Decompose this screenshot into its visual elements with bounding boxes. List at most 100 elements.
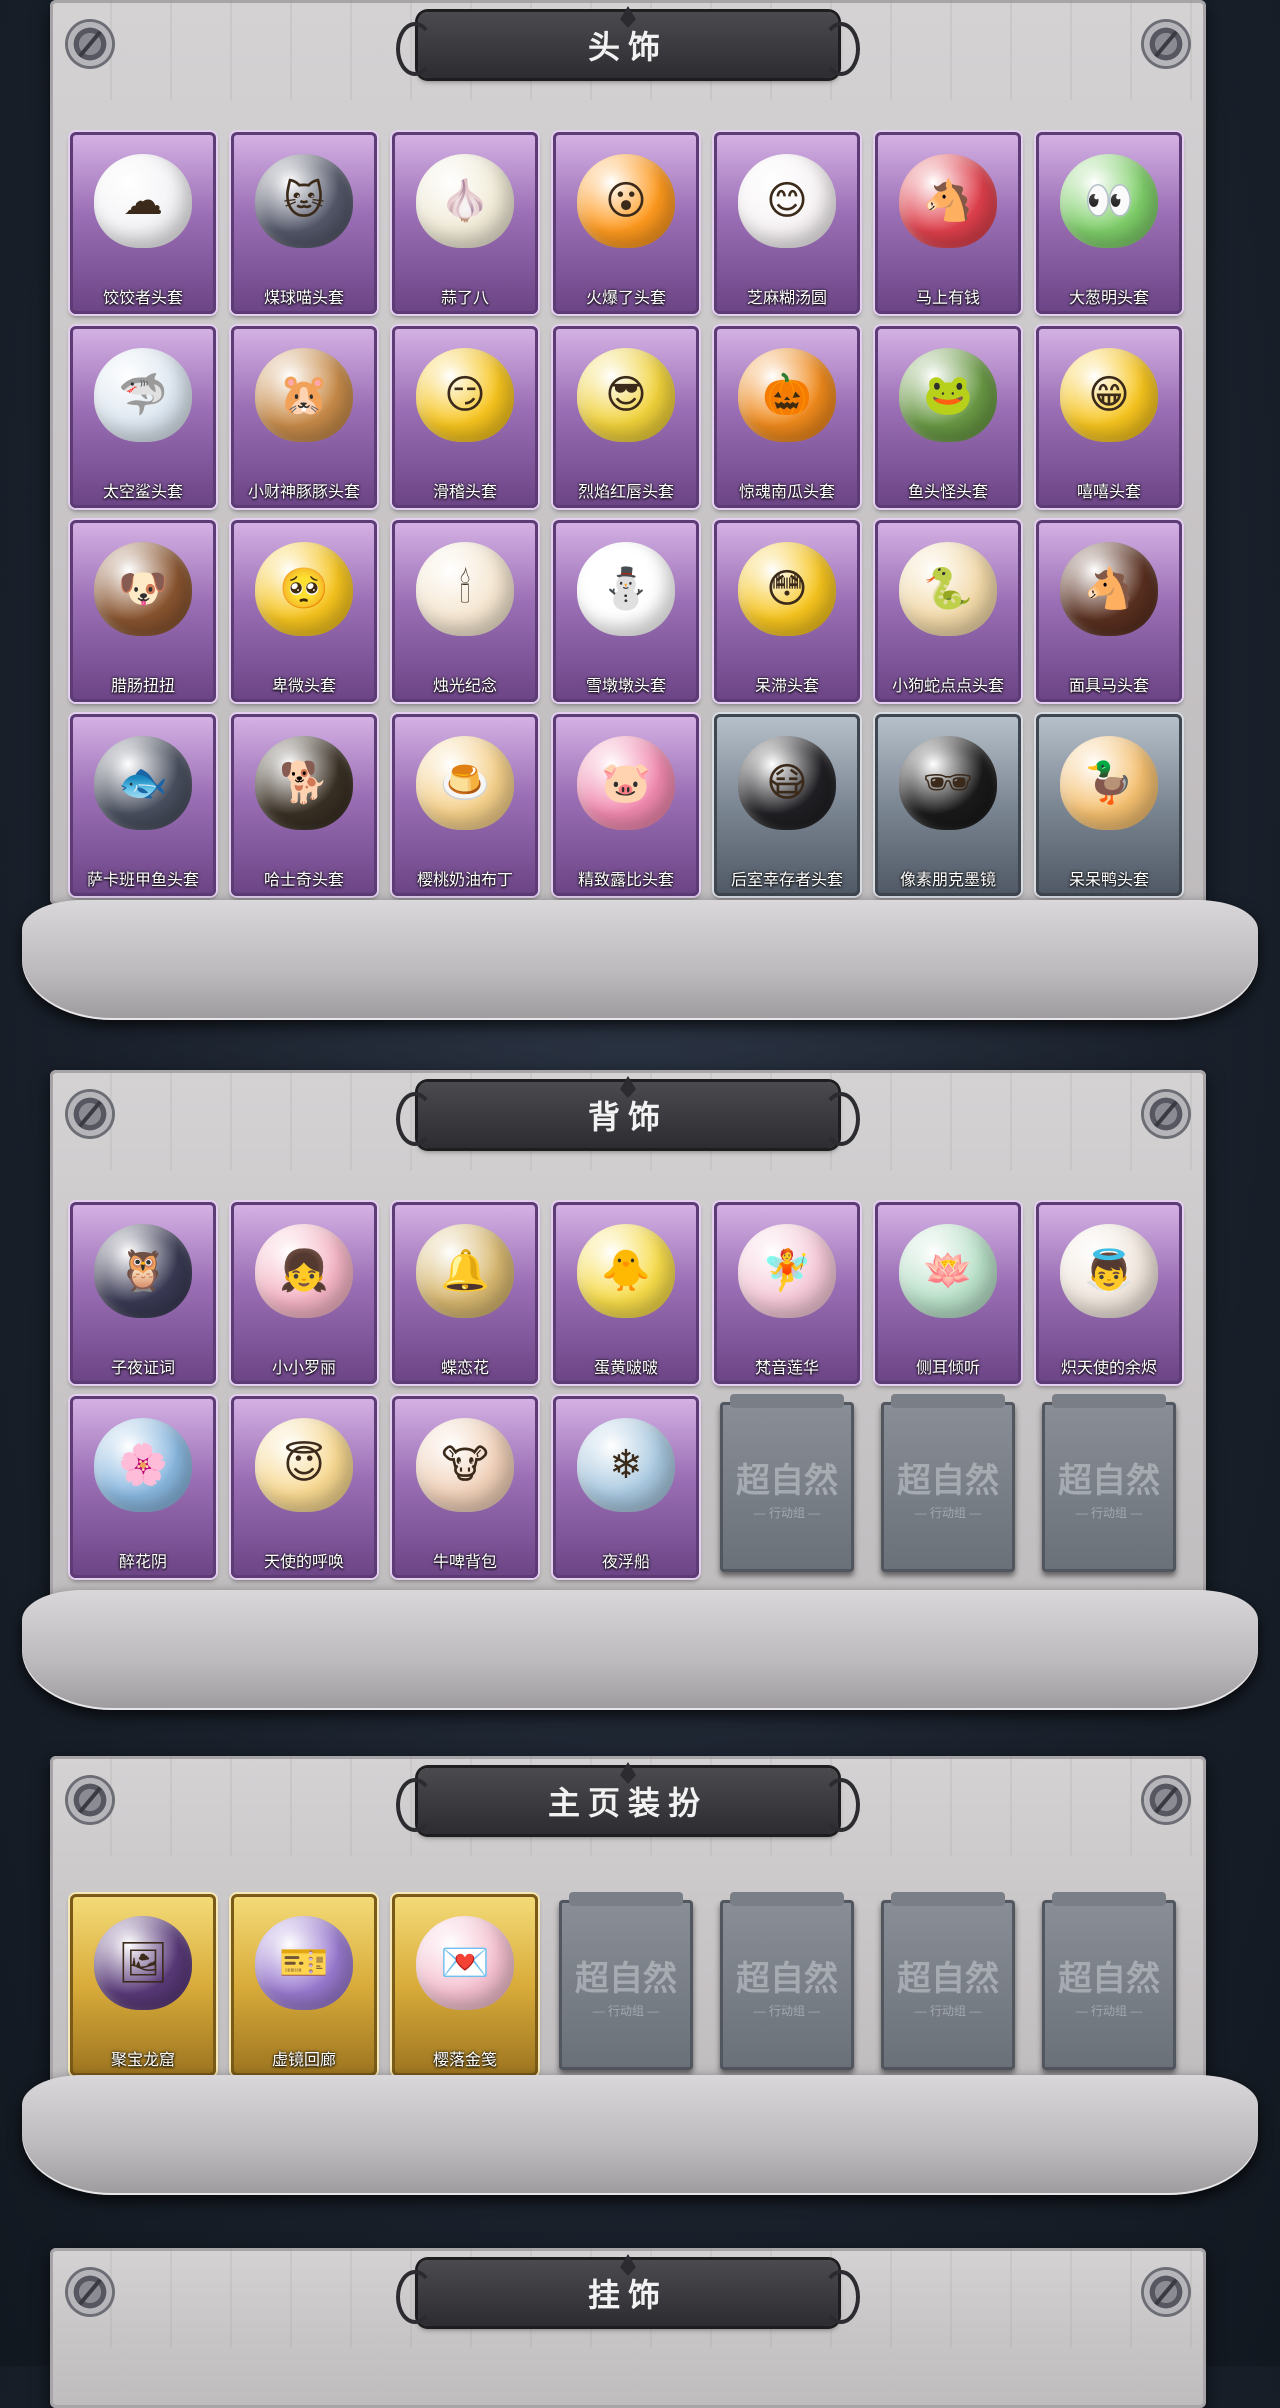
item-card[interactable]: 🕯 烛光纪念 [392, 520, 538, 702]
item-icon: 🥺 [255, 542, 353, 636]
item-label: 蛋黄啵啵 [593, 1360, 658, 1377]
item-card[interactable]: 🧚 梵音莲华 [714, 1202, 860, 1384]
item-card[interactable]: 💌 樱落金笺 [392, 1894, 538, 2076]
item-card[interactable]: 👼 炽天使的余烬 [1036, 1202, 1182, 1384]
item-label: 太空鲨头套 [102, 484, 183, 501]
item-card[interactable]: 🧄 蒜了八 [392, 132, 538, 314]
item-icon: 🔔 [416, 1224, 514, 1318]
item-card[interactable]: 😮 火爆了头套 [553, 132, 699, 314]
item-icon: 👀 [1060, 154, 1158, 248]
item-card[interactable]: 🎫 虚镜回廊 [231, 1894, 377, 2076]
placeholder-watermark: 超自然 [575, 1961, 677, 1998]
item-card[interactable]: 🐟 萨卡班甲鱼头套 [70, 714, 216, 896]
item-art: 🐸 [898, 340, 998, 450]
item-card[interactable]: 🐴 面具马头套 [1036, 520, 1182, 702]
head-accessory-panel: 头饰 ☁ 饺饺者头套 🐱 煤球喵头套 🧄 蒜了八 😮 火爆了头套 😊 芝麻糊汤圆 🐴 马上有钱 👀 大葱明… [50, 0, 1206, 905]
item-card[interactable]: 🦆 呆呆鸭头套 [1036, 714, 1182, 896]
item-card[interactable]: 🐮 牛啤背包 [392, 1396, 538, 1578]
item-label: 饺饺者头套 [102, 290, 183, 307]
item-icon: 🕯 [416, 542, 514, 636]
item-card[interactable]: 😳 呆滞头套 [714, 520, 860, 702]
item-card[interactable]: 🦈 太空鲨头套 [70, 326, 216, 508]
item-card[interactable]: ❄ 夜浮船 [553, 1396, 699, 1578]
item-icon: 🐮 [416, 1418, 514, 1512]
placeholder-watermark: 超自然 [736, 1961, 838, 1998]
item-art: ☁ [93, 146, 193, 256]
item-art: 🐱 [254, 146, 354, 256]
item-card[interactable]: 😷 后室幸存者头套 [714, 714, 860, 896]
item-icon: 👧 [255, 1224, 353, 1318]
item-label: 萨卡班甲鱼头套 [86, 872, 199, 889]
item-icon: 🐶 [94, 542, 192, 636]
item-card[interactable]: 🐹 小财神豚豚头套 [231, 326, 377, 508]
item-label: 烛光纪念 [432, 678, 497, 695]
item-label: 虚镜回廊 [271, 2052, 336, 2069]
item-card[interactable]: 🪷 侧耳倾听 [875, 1202, 1021, 1384]
item-art: 🐟 [93, 728, 193, 838]
item-icon: 🐴 [1060, 542, 1158, 636]
item-card[interactable]: 👀 大葱明头套 [1036, 132, 1182, 314]
item-art: 🌸 [93, 1410, 193, 1520]
item-card[interactable]: 🔔 蝶恋花 [392, 1202, 538, 1384]
item-label: 梵音莲华 [754, 1360, 819, 1377]
item-card[interactable]: ⛄ 雪墩墩头套 [553, 520, 699, 702]
item-icon: 🎃 [738, 348, 836, 442]
item-label: 腊肠扭扭 [110, 678, 175, 695]
item-icon: 😏 [416, 348, 514, 442]
item-card[interactable]: 🎃 惊魂南瓜头套 [714, 326, 860, 508]
item-card[interactable]: 😇 天使的呼唤 [231, 1396, 377, 1578]
item-card[interactable]: 🐷 精致露比头套 [553, 714, 699, 896]
item-art: 💌 [415, 1908, 515, 2018]
item-icon: 🐴 [899, 154, 997, 248]
item-art: 🪷 [898, 1216, 998, 1326]
item-icon: 💌 [416, 1916, 514, 2010]
item-card[interactable]: 😏 滑稽头套 [392, 326, 538, 508]
item-card[interactable]: 😊 芝麻糊汤圆 [714, 132, 860, 314]
item-icon: 🕶 [899, 736, 997, 830]
item-card[interactable]: 🕶 像素朋克墨镜 [875, 714, 1021, 896]
item-art: ⛄ [576, 534, 676, 644]
item-card[interactable]: 🐥 蛋黄啵啵 [553, 1202, 699, 1384]
item-label: 醉花阴 [118, 1554, 167, 1571]
item-icon: 🐹 [255, 348, 353, 442]
item-card[interactable]: 😎 烈焰红唇头套 [553, 326, 699, 508]
section-title-banner: 背饰 [396, 1076, 860, 1148]
item-art: 🦈 [93, 340, 193, 450]
item-card[interactable]: 🍮 樱桃奶油布丁 [392, 714, 538, 896]
item-label: 雪墩墩头套 [585, 678, 666, 695]
item-label: 蝶恋花 [440, 1360, 489, 1377]
item-icon: 🪷 [899, 1224, 997, 1318]
item-card[interactable]: 🦉 子夜证词 [70, 1202, 216, 1384]
item-card[interactable]: 🖼 聚宝龙窟 [70, 1894, 216, 2076]
item-card[interactable]: 🐍 小狗蛇点点头套 [875, 520, 1021, 702]
item-card[interactable]: 🐶 腊肠扭扭 [70, 520, 216, 702]
item-card[interactable]: 🐸 鱼头怪头套 [875, 326, 1021, 508]
item-icon: 😇 [255, 1418, 353, 1512]
item-label: 蒜了八 [440, 290, 489, 307]
item-card[interactable]: 🌸 醉花阴 [70, 1396, 216, 1578]
item-card[interactable]: 😁 嘻嘻头套 [1036, 326, 1182, 508]
item-art: 🥺 [254, 534, 354, 644]
item-art: 🖼 [93, 1908, 193, 2018]
item-card[interactable]: ☁ 饺饺者头套 [70, 132, 216, 314]
item-label: 精致露比头套 [577, 872, 674, 889]
item-label: 小狗蛇点点头套 [891, 678, 1004, 695]
item-card[interactable]: 🐴 马上有钱 [875, 132, 1021, 314]
item-card[interactable]: 🐕 哈士奇头套 [231, 714, 377, 896]
item-icon: 🐟 [94, 736, 192, 830]
item-art: 🔔 [415, 1216, 515, 1326]
item-art: 😁 [1059, 340, 1159, 450]
empty-slot-placeholder: 超自然 — 行动组 — [1042, 1892, 1176, 2070]
item-card[interactable]: 🐱 煤球喵头套 [231, 132, 377, 314]
item-label: 像素朋克墨镜 [899, 872, 996, 889]
placeholder-watermark: 超自然 [1058, 1961, 1160, 1998]
item-art: 😷 [737, 728, 837, 838]
compass-ornament-icon [68, 2270, 112, 2314]
item-card[interactable]: 🥺 卑微头套 [231, 520, 377, 702]
item-label: 呆呆鸭头套 [1068, 872, 1149, 889]
item-label: 哈士奇头套 [263, 872, 344, 889]
section-title-banner: 头饰 [396, 6, 860, 78]
item-icon: 😮 [577, 154, 675, 248]
item-card[interactable]: 👧 小小罗丽 [231, 1202, 377, 1384]
item-icon: 🧚 [738, 1224, 836, 1318]
